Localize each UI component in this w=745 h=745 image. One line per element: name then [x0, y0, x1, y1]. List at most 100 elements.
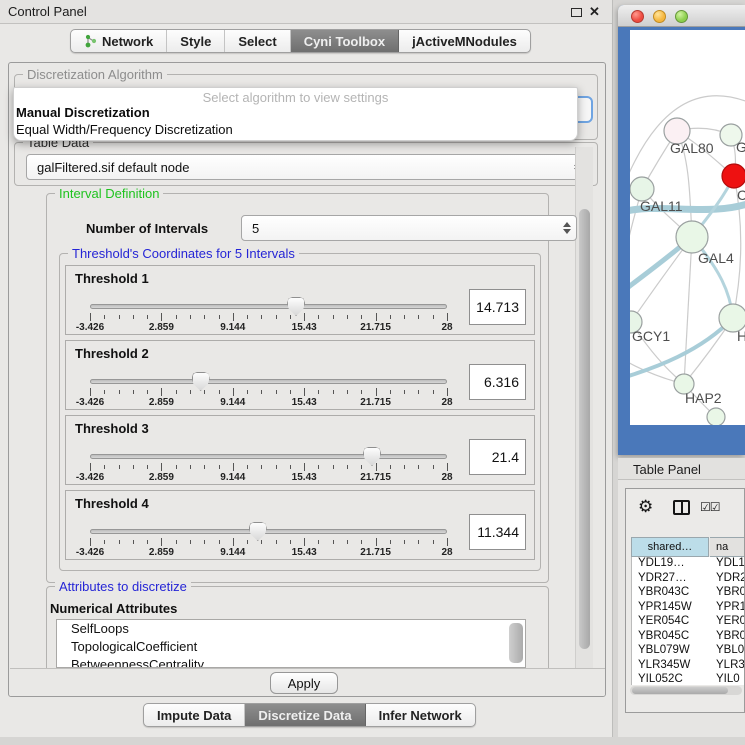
cell-name: YDR2 — [716, 572, 745, 584]
zoom-traffic-light-icon[interactable] — [675, 10, 688, 23]
number-of-intervals-combobox[interactable]: 5 — [241, 215, 577, 241]
tab-cyni-toolbox-label: Cyni Toolbox — [304, 34, 385, 49]
table-row[interactable]: YLR345WYLR3 — [632, 659, 745, 674]
threshold-label: Threshold 4 — [75, 496, 149, 511]
cell-shared-name: YBR043C — [638, 586, 689, 598]
list-scrollbar-thumb[interactable] — [509, 623, 523, 663]
slider-track[interactable] — [90, 304, 447, 309]
network-node[interactable] — [676, 221, 708, 253]
column-header-name[interactable]: na — [710, 537, 745, 557]
slider-track[interactable] — [90, 529, 447, 534]
table-row[interactable]: YPR145WYPR1 — [632, 601, 745, 616]
column-checkboxes-icon[interactable]: ☑☑ — [700, 500, 720, 514]
threshold-value-field[interactable]: 14.713 — [469, 289, 526, 325]
table-row[interactable]: YBL079W YBL0 — [632, 644, 745, 659]
table-data-group: Table Data galFiltered.sif default node — [14, 142, 598, 186]
minimize-traffic-light-icon[interactable] — [653, 10, 666, 23]
slider-track[interactable] — [90, 379, 447, 384]
network-node-label: H — [737, 328, 745, 344]
slider-tick-marks — [90, 538, 447, 547]
cell-name: YBR0 — [716, 586, 745, 598]
tab-impute-data-label: Impute Data — [157, 708, 231, 723]
menu-item-manual-discretization[interactable]: Manual Discretization — [16, 105, 150, 120]
table-row[interactable]: YER054C YER0 — [632, 615, 745, 630]
table-panel-window: Table Panel ⚙ ☑☑ shared… na YDL19…YDL1YD… — [618, 458, 745, 737]
table-rows: YDL19…YDL1YDR27…YDR2YBR043C YBR0 YPR145WYP… — [631, 557, 745, 685]
table-hscrollbar-thumb[interactable] — [632, 687, 728, 694]
numerical-attributes-label: Numerical Attributes — [50, 601, 177, 616]
tab-style[interactable]: Style — [167, 30, 225, 52]
thresholds-group-label: Threshold's Coordinates for 5 Intervals — [68, 246, 299, 261]
cell-name: YER0 — [716, 615, 745, 627]
network-canvas[interactable]: GAL80GACGAL11GAL4GCY1HHAP2 — [630, 30, 745, 425]
network-node[interactable] — [707, 408, 725, 425]
tab-select[interactable]: Select — [225, 30, 290, 52]
table-row[interactable]: YBR043C YBR0 — [632, 586, 745, 601]
gear-icon[interactable]: ⚙ — [638, 497, 653, 517]
table-row[interactable]: YIL052CYIL0 — [632, 673, 745, 685]
table-row[interactable]: YBR045CYBR0 — [632, 630, 745, 645]
close-icon[interactable]: ✕ — [589, 4, 600, 20]
network-node-label: GCY1 — [632, 328, 670, 344]
cell-shared-name: YBL079W — [638, 644, 690, 656]
threshold-value-field[interactable]: 21.4 — [469, 439, 526, 475]
threshold-row: Threshold 4 -3.4262.8599.14415.4321.71528… — [65, 490, 535, 560]
cell-shared-name: YIL052C — [638, 673, 683, 685]
apply-button[interactable]: Apply — [270, 672, 338, 694]
table-row[interactable]: YDR27…YDR2 — [632, 572, 745, 587]
slider-track[interactable] — [90, 454, 447, 459]
tab-jactivemnodules-label: jActiveMNodules — [412, 34, 517, 49]
table-panel-content: ⚙ ☑☑ shared… na YDL19…YDL1YDR27…YDR2YBR0… — [625, 488, 745, 713]
network-node-label: GA — [736, 139, 745, 155]
close-traffic-light-icon[interactable] — [631, 10, 644, 23]
pane-scrollbar-thumb[interactable] — [579, 209, 590, 649]
cell-shared-name: YER054C — [638, 615, 689, 627]
number-of-intervals-label: Number of Intervals — [86, 221, 208, 236]
threshold-row: Threshold 3-3.4262.8599.14415.4321.71528… — [65, 415, 535, 485]
table-row[interactable]: YDL19…YDL1 — [632, 557, 745, 572]
network-node[interactable] — [722, 164, 745, 188]
attributes-group-label: Attributes to discretize — [55, 579, 191, 594]
algorithm-dropdown-popup: Select algorithm to view settings Manual… — [13, 87, 578, 141]
control-panel-tabs: Network Style Select Cyni Toolbox jActiv… — [70, 29, 531, 53]
table-hscrollbar-track[interactable] — [630, 686, 742, 695]
network-node-label: HAP2 — [685, 390, 722, 406]
slider-tick-labels: -3.4262.8599.14415.4321.71528 — [90, 322, 447, 334]
tab-network-label: Network — [102, 34, 153, 49]
split-view-icon[interactable] — [673, 500, 690, 515]
cell-shared-name: YBR045C — [638, 630, 689, 642]
menu-item-equal-width-frequency[interactable]: Equal Width/Frequency Discretization — [16, 122, 233, 137]
table-data-combobox[interactable]: galFiltered.sif default node — [26, 154, 588, 180]
interval-definition-group-label: Interval Definition — [55, 186, 163, 201]
control-panel-titlebar[interactable]: Control Panel ✕ — [0, 0, 612, 24]
slider-tick-labels: -3.4262.8599.14415.4321.71528 — [90, 547, 447, 559]
threshold-value-field[interactable]: 6.316 — [469, 364, 526, 400]
threshold-row: Threshold 1-3.4262.8599.14415.4321.71528… — [65, 265, 535, 335]
cell-name: YPR1 — [716, 601, 745, 613]
cell-name: YBL0 — [716, 644, 744, 656]
tab-discretize-data[interactable]: Discretize Data — [245, 704, 365, 726]
numerical-attributes-list[interactable]: SelfLoopsTopologicalCoefficientBetweenne… — [56, 619, 526, 668]
table-panel-title: Table Panel — [633, 462, 701, 477]
network-window-titlebar[interactable] — [618, 5, 745, 27]
discretization-algorithm-group-label: Discretization Algorithm — [23, 67, 167, 82]
combo-stepper-icon[interactable] — [563, 222, 571, 234]
network-icon — [84, 34, 97, 48]
threshold-value-field[interactable]: 11.344 — [469, 514, 526, 550]
network-node-label: C — [737, 187, 745, 203]
cell-name: YDL1 — [716, 557, 745, 569]
tab-network[interactable]: Network — [71, 30, 167, 52]
float-window-icon[interactable] — [571, 8, 582, 17]
number-of-intervals-value: 5 — [252, 221, 259, 236]
tab-jactivemnodules[interactable]: jActiveMNodules — [399, 30, 530, 52]
tab-infer-network[interactable]: Infer Network — [366, 704, 475, 726]
attribute-list-item[interactable]: SelfLoops — [57, 620, 525, 638]
attribute-list-item[interactable]: TopologicalCoefficient — [57, 638, 525, 656]
cyni-bottom-tabs: Impute Data Discretize Data Infer Networ… — [143, 703, 476, 727]
slider-tick-labels: -3.4262.8599.14415.4321.71528 — [90, 472, 447, 484]
column-header-shared[interactable]: shared… — [631, 537, 709, 557]
tab-cyni-toolbox[interactable]: Cyni Toolbox — [291, 30, 399, 52]
table-panel-titlebar[interactable]: Table Panel — [618, 458, 745, 480]
attribute-list-item[interactable]: BetweennessCentrality — [57, 656, 525, 668]
tab-impute-data[interactable]: Impute Data — [144, 704, 245, 726]
